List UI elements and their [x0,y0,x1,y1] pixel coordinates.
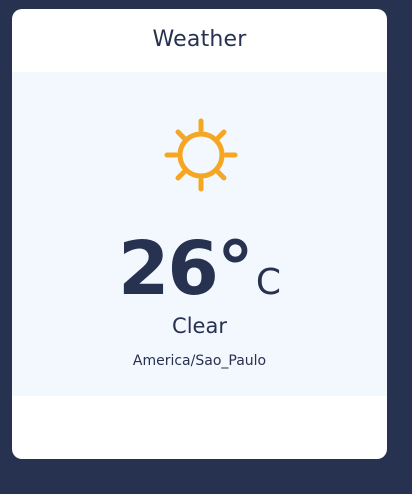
temperature-unit: C [255,262,282,303]
weather-condition: Clear [172,314,227,338]
weather-card: Weather 26° C Clear America/Sao_Paulo [12,9,387,459]
sun-icon [164,118,238,192]
card-footer [12,396,387,459]
temperature-value: 26° [117,226,254,312]
card-header: Weather [12,9,387,72]
weather-panel: 26° C Clear America/Sao_Paulo [12,72,387,396]
card-title: Weather [152,27,247,52]
temperature-display: 26° C [12,228,387,324]
timezone-label: America/Sao_Paulo [132,353,267,369]
